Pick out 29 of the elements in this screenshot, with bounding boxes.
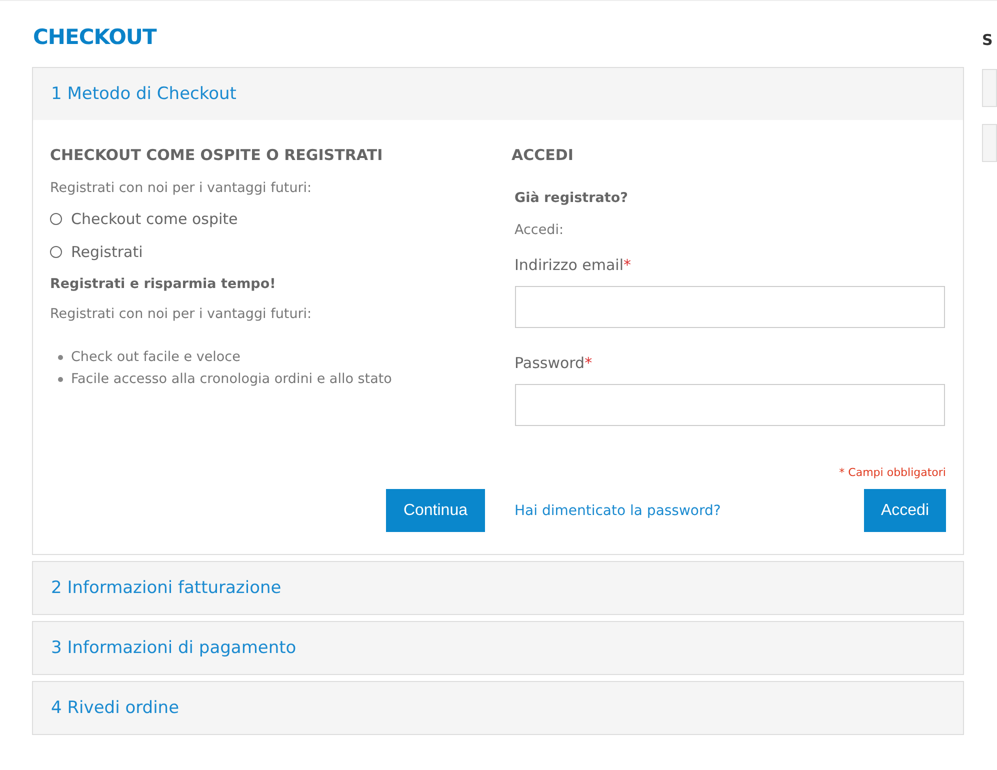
input-field[interactable]	[514, 384, 944, 426]
promo-text: Registrati con noi per i vantaggi futuri:	[50, 306, 313, 322]
continue-button[interactable]: Continua	[386, 489, 484, 532]
section-heading: CHECKOUT COME OSPITE O REGISTRATI	[50, 146, 384, 164]
page-title: CHECKOUT	[33, 25, 158, 49]
benefit-text: Facile accesso alla cronologia ordini e allo stato	[71, 370, 392, 389]
intro-text: Registrati con noi per i vantaggi futuri:	[50, 180, 313, 196]
radio-button[interactable]	[50, 246, 62, 258]
section-heading: ACCEDI	[512, 146, 574, 164]
forgot-password-link[interactable]: Hai dimenticato la password?	[514, 502, 721, 518]
required-note: * Campi obbligatori	[838, 466, 946, 479]
login-button[interactable]: Accedi	[864, 489, 946, 532]
radio-label: Registrati	[71, 243, 143, 261]
required-mark: *	[584, 354, 592, 372]
promo-title: Registrati e risparmia tempo!	[50, 276, 277, 292]
field-label: Password	[514, 354, 585, 372]
sidebar-panel	[982, 69, 997, 107]
field-label: Indirizzo email	[514, 256, 624, 274]
bullet-icon	[58, 376, 63, 382]
input-field[interactable]	[514, 286, 944, 328]
bullet-icon	[58, 354, 63, 360]
prompt-text: Accedi:	[514, 222, 565, 238]
radio-button[interactable]	[50, 213, 62, 225]
required-mark: *	[624, 256, 632, 274]
subtitle-text: Già registrato?	[514, 190, 629, 206]
sidebar-panel	[982, 124, 997, 162]
benefit-text: Check out facile e veloce	[71, 348, 240, 367]
sidebar-title: S	[982, 31, 994, 49]
radio-label: Checkout come ospite	[71, 210, 238, 228]
